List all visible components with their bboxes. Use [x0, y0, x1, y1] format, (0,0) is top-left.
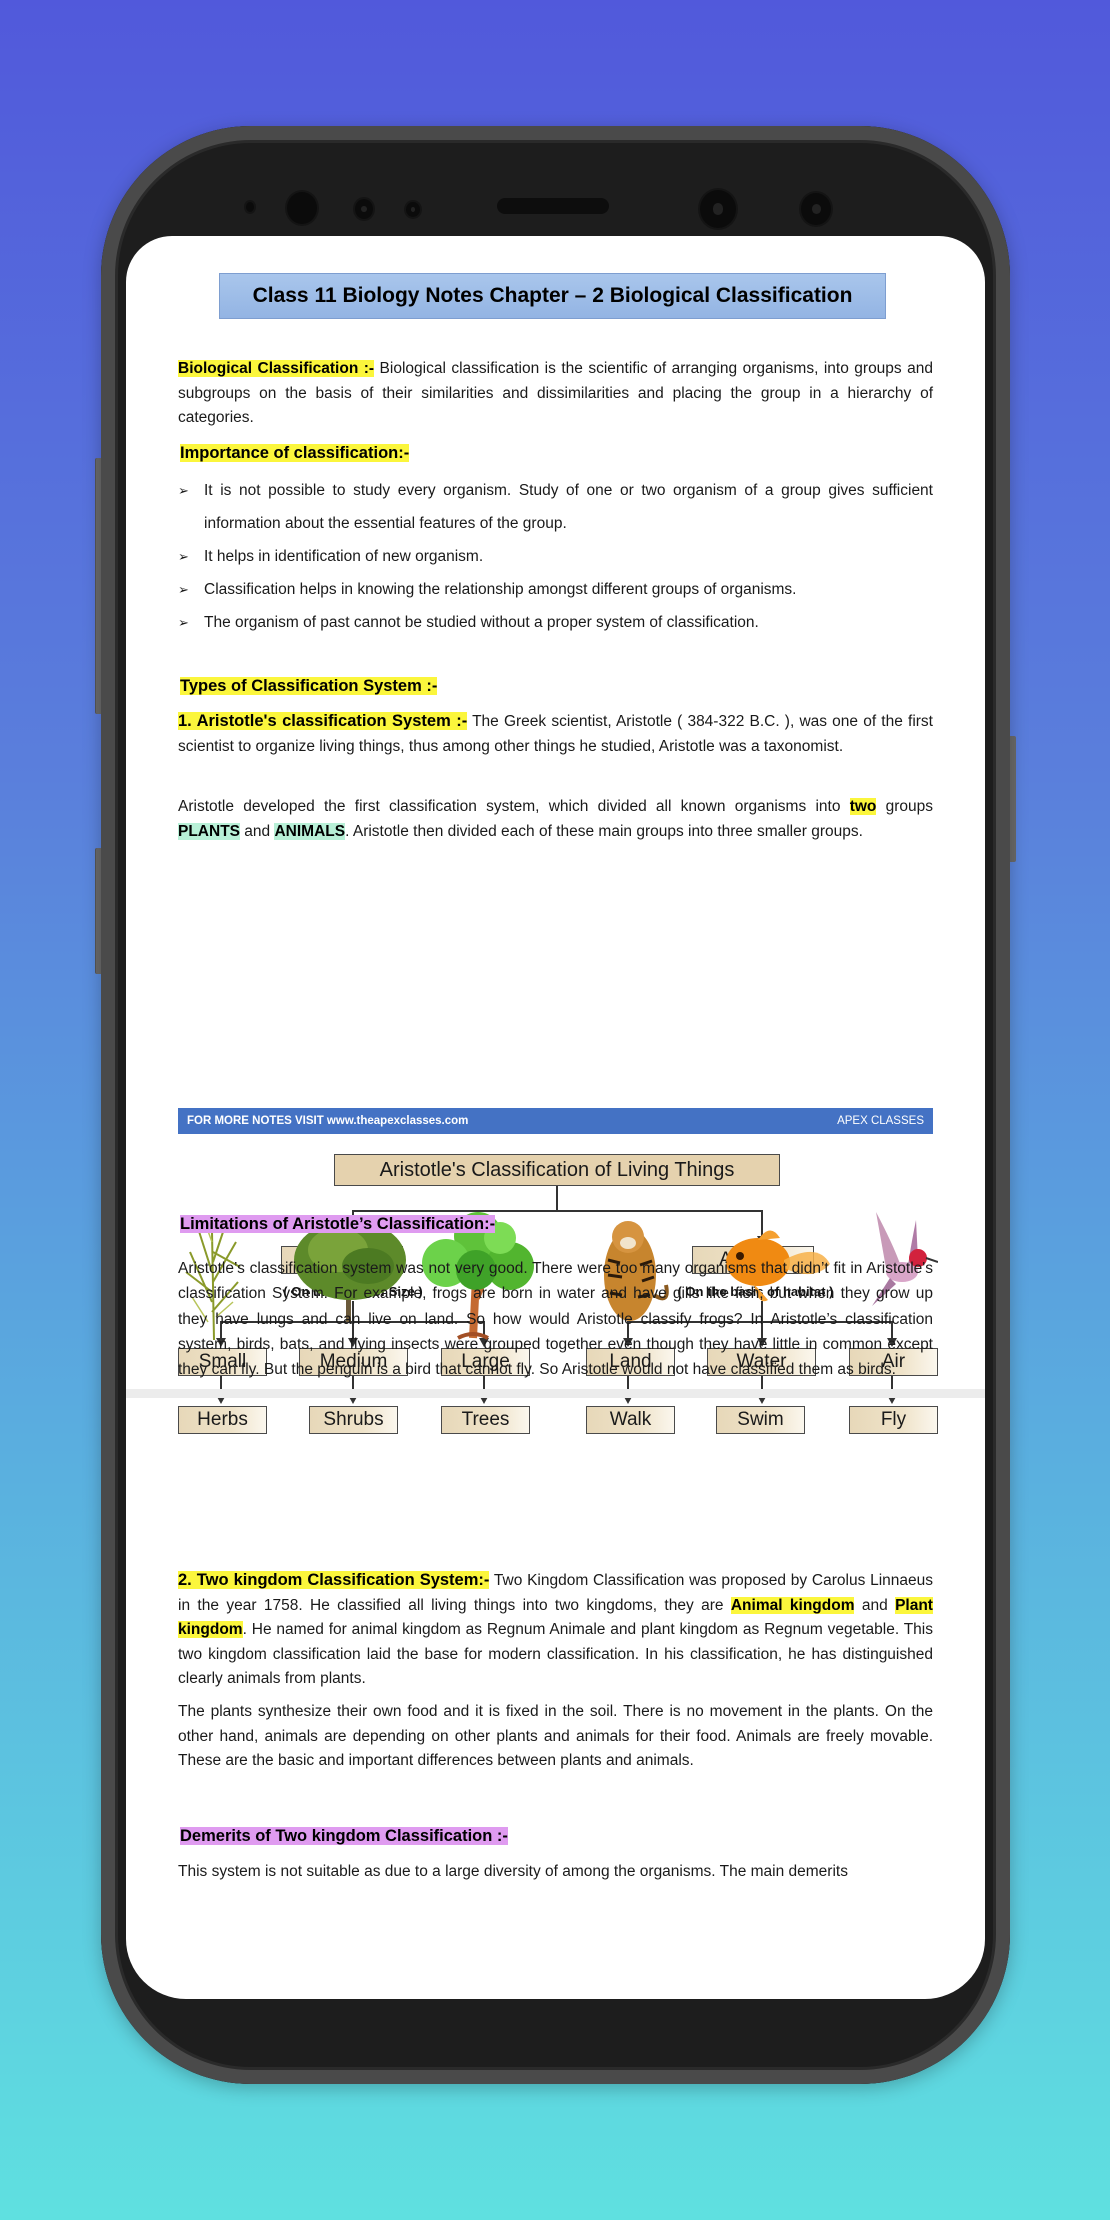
limitations-heading-text: Limitations of Aristotle’s Classificatio…	[180, 1215, 496, 1233]
arrow-bullet-icon: ➢	[178, 615, 189, 630]
highlight-animals: ANIMALS	[274, 822, 346, 840]
aristotle-label: 1. Aristotle's classification System :-	[178, 712, 468, 730]
proximity-sensor-icon	[246, 202, 254, 212]
list-item-text: The organism of past cannot be studied w…	[204, 614, 759, 631]
phone-frame: Class 11 Biology Notes Chapter – 2 Biolo…	[101, 126, 1010, 2084]
diagram-root-node: Aristotle's Classification of Living Thi…	[334, 1154, 780, 1186]
plants-animals-difference-paragraph: The plants synthesize their own food and…	[178, 1703, 933, 1769]
demerits-heading: Demerits of Two kingdom Classification :…	[178, 1824, 510, 1848]
aristotle-paragraph: 1. Aristotle's classification System :- …	[178, 709, 933, 759]
arrow-bullet-icon: ➢	[178, 582, 189, 597]
node-fly: Fly	[849, 1406, 938, 1434]
limitations-heading: Limitations of Aristotle’s Classificatio…	[178, 1212, 497, 1236]
front-camera-icon	[287, 192, 317, 224]
node-walk: Walk	[586, 1406, 675, 1434]
footer-website-link[interactable]: FOR MORE NOTES VISIT www.theapexclasses.…	[187, 1115, 468, 1127]
document-footer-banner: FOR MORE NOTES VISIT www.theapexclasses.…	[178, 1108, 933, 1134]
earpiece-speaker	[497, 198, 609, 214]
text-run: and	[240, 822, 275, 840]
types-heading-text: Types of Classification System :-	[180, 677, 438, 695]
page-separator	[126, 1389, 985, 1398]
list-item-text: It helps in identification of new organi…	[204, 548, 484, 565]
text-run: . Aristotle then divided each of these m…	[345, 822, 863, 840]
importance-heading: Importance of classification:-	[178, 441, 411, 465]
arrow-bullet-icon: ➢	[178, 483, 189, 498]
demerits-heading-text: Demerits of Two kingdom Classification :…	[180, 1827, 508, 1845]
importance-heading-text: Importance of classification:-	[180, 444, 410, 462]
screen[interactable]: Class 11 Biology Notes Chapter – 2 Biolo…	[126, 236, 985, 1999]
limitations-paragraph: Aristotle’s classification system was no…	[178, 1260, 933, 1379]
list-item: ➢ It is not possible to study every organ…	[178, 474, 933, 540]
types-heading: Types of Classification System :-	[178, 674, 439, 698]
sensor-icon	[801, 193, 831, 225]
node-swim: Swim	[716, 1406, 805, 1434]
text-run: . He named for animal kingdom as Regnum …	[178, 1621, 933, 1687]
sensor-icon	[406, 202, 420, 217]
text-run: and	[854, 1596, 896, 1614]
highlight-plants: PLANTS	[178, 822, 240, 840]
node-herbs: Herbs	[178, 1406, 267, 1434]
two-kingdom-label: 2. Two kingdom Classification System:-	[178, 1571, 490, 1589]
two-kingdom-paragraph: 2. Two kingdom Classification System:- T…	[178, 1568, 933, 1692]
sensor-icon	[355, 199, 373, 219]
front-camera-icon	[700, 190, 736, 228]
aristotle-groups-paragraph: Aristotle developed the first classifica…	[178, 795, 933, 844]
demerits-paragraph: This system is not suitable as due to a …	[178, 1863, 848, 1880]
footer-brand: APEX CLASSES	[837, 1115, 924, 1127]
list-item: ➢ Classification helps in knowing the rel…	[178, 573, 933, 606]
list-item: ➢ The organism of past cannot be studied …	[178, 606, 933, 639]
highlight-two: two	[849, 798, 877, 815]
list-item: ➢ It helps in identification of new organ…	[178, 540, 933, 573]
text-run: groups	[876, 798, 934, 815]
connector-line	[556, 1186, 558, 1211]
intro-paragraph: Biological Classification :- Biological …	[178, 357, 933, 431]
list-item-text: It is not possible to study every organi…	[204, 482, 933, 532]
arrow-bullet-icon: ➢	[178, 549, 189, 564]
list-item-text: Classification helps in knowing the rela…	[204, 581, 797, 598]
node-trees: Trees	[441, 1406, 530, 1434]
text-run: Aristotle developed the first classifica…	[178, 798, 850, 815]
document-title: Class 11 Biology Notes Chapter – 2 Biolo…	[219, 273, 886, 319]
intro-label: Biological Classification :-	[178, 360, 375, 377]
highlight-animal-kingdom: Animal kingdom	[730, 1596, 855, 1614]
node-shrubs: Shrubs	[309, 1406, 398, 1434]
